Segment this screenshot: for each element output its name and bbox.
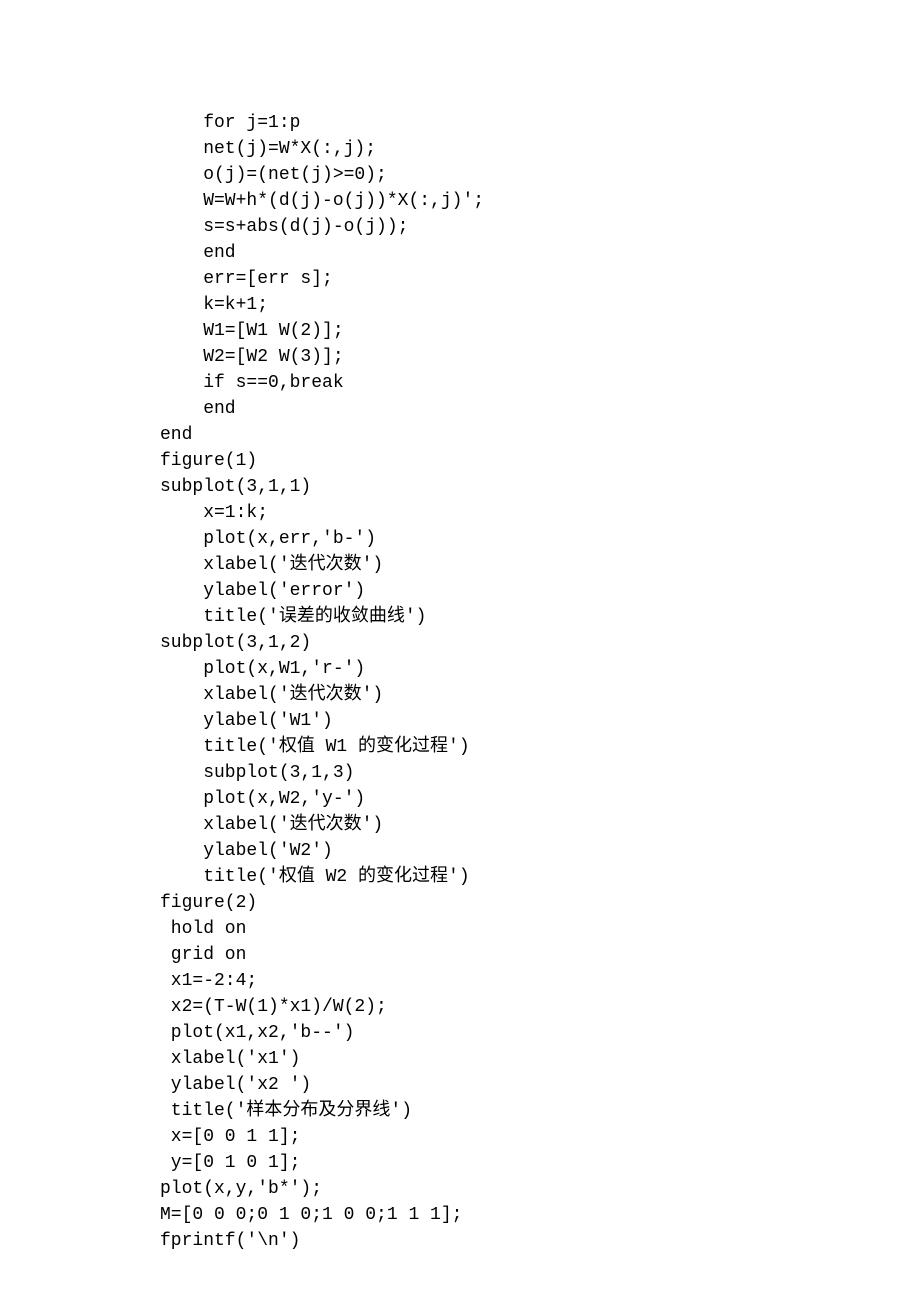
code-line: end xyxy=(160,240,920,266)
code-line: x2=(T-W(1)*x1)/W(2); xyxy=(160,994,920,1020)
code-line: ylabel('W1') xyxy=(160,708,920,734)
code-line: figure(2) xyxy=(160,890,920,916)
code-line: y=[0 1 0 1]; xyxy=(160,1150,920,1176)
code-line: subplot(3,1,2) xyxy=(160,630,920,656)
code-line: title('样本分布及分界线') xyxy=(160,1098,920,1124)
code-line: s=s+abs(d(j)-o(j)); xyxy=(160,214,920,240)
code-line: plot(x,W2,'y-') xyxy=(160,786,920,812)
code-line: x=1:k; xyxy=(160,500,920,526)
code-line: W1=[W1 W(2)]; xyxy=(160,318,920,344)
code-line: hold on xyxy=(160,916,920,942)
code-line: xlabel('迭代次数') xyxy=(160,552,920,578)
code-line: ylabel('W2') xyxy=(160,838,920,864)
code-line: err=[err s]; xyxy=(160,266,920,292)
code-line: xlabel('迭代次数') xyxy=(160,812,920,838)
code-line: M=[0 0 0;0 1 0;1 0 0;1 1 1]; xyxy=(160,1202,920,1228)
code-line: subplot(3,1,1) xyxy=(160,474,920,500)
code-line: title('权值 W1 的变化过程') xyxy=(160,734,920,760)
code-line: subplot(3,1,3) xyxy=(160,760,920,786)
code-line: plot(x1,x2,'b--') xyxy=(160,1020,920,1046)
code-line: xlabel('迭代次数') xyxy=(160,682,920,708)
code-line: x1=-2:4; xyxy=(160,968,920,994)
code-line: W=W+h*(d(j)-o(j))*X(:,j)'; xyxy=(160,188,920,214)
code-line: title('权值 W2 的变化过程') xyxy=(160,864,920,890)
code-line: ylabel('x2 ') xyxy=(160,1072,920,1098)
code-line: for j=1:p xyxy=(160,110,920,136)
code-line: ylabel('error') xyxy=(160,578,920,604)
code-line: xlabel('x1') xyxy=(160,1046,920,1072)
code-line: fprintf('\n') xyxy=(160,1228,920,1254)
code-line: if s==0,break xyxy=(160,370,920,396)
code-line: title('误差的收敛曲线') xyxy=(160,604,920,630)
code-line: figure(1) xyxy=(160,448,920,474)
code-line: plot(x,W1,'r-') xyxy=(160,656,920,682)
code-line: W2=[W2 W(3)]; xyxy=(160,344,920,370)
code-line: x=[0 0 1 1]; xyxy=(160,1124,920,1150)
code-line: grid on xyxy=(160,942,920,968)
code-line: net(j)=W*X(:,j); xyxy=(160,136,920,162)
code-line: plot(x,err,'b-') xyxy=(160,526,920,552)
code-line: plot(x,y,'b*'); xyxy=(160,1176,920,1202)
code-page: for j=1:p net(j)=W*X(:,j); o(j)=(net(j)>… xyxy=(0,0,920,1302)
code-line: o(j)=(net(j)>=0); xyxy=(160,162,920,188)
code-line: end xyxy=(160,422,920,448)
code-line: end xyxy=(160,396,920,422)
code-line: k=k+1; xyxy=(160,292,920,318)
